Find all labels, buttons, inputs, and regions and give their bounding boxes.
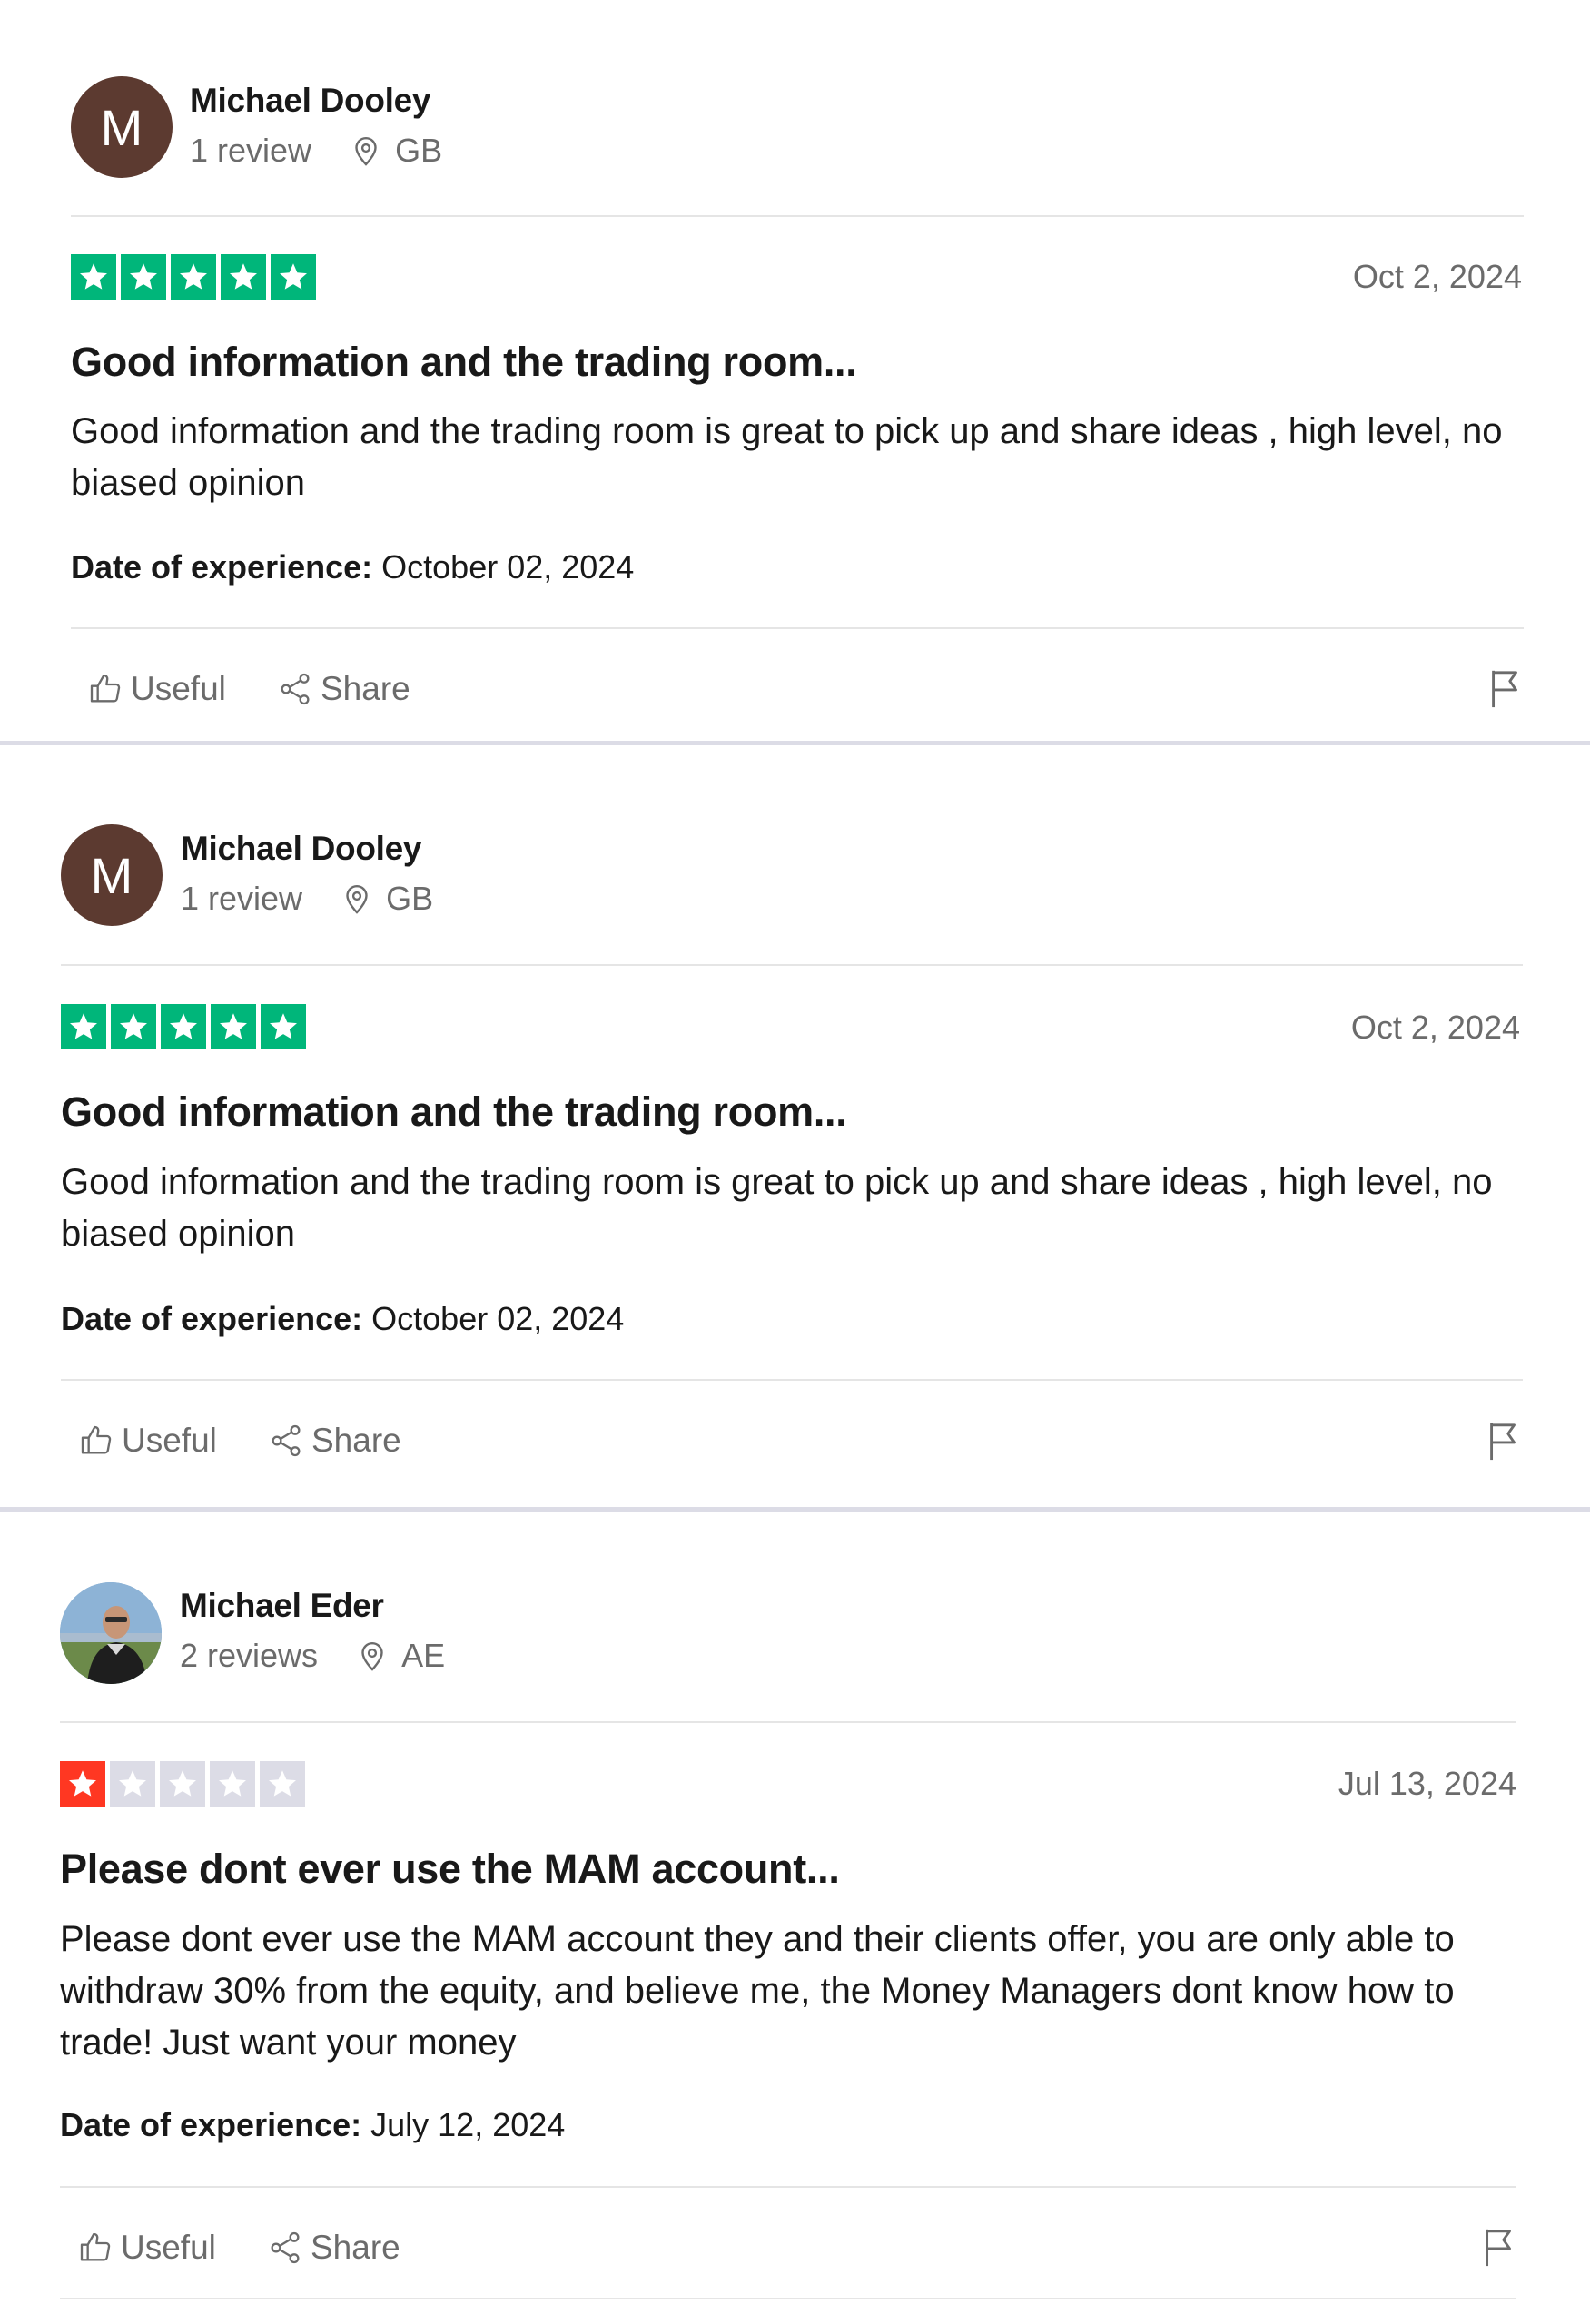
star-icon bbox=[61, 1004, 106, 1049]
avatar-initial: M bbox=[90, 846, 133, 904]
reviewer-name[interactable]: Michael Dooley bbox=[181, 830, 421, 868]
reviewer-meta: 1 review GB bbox=[181, 880, 433, 918]
share-button[interactable]: Share bbox=[277, 670, 410, 708]
divider bbox=[71, 215, 1524, 217]
thumbs-up-icon bbox=[87, 671, 123, 707]
review-title[interactable]: Good information and the trading room... bbox=[61, 1088, 847, 1136]
review-card: Michael Eder 2 reviews AE Jul 13, 2024 P… bbox=[0, 1512, 1590, 2324]
star-icon bbox=[171, 254, 216, 300]
date-of-experience: Date of experience: October 02, 2024 bbox=[61, 1300, 624, 1338]
review-count: 1 review bbox=[190, 132, 312, 169]
reviewer-country: AE bbox=[401, 1637, 446, 1674]
experience-date: October 02, 2024 bbox=[381, 548, 635, 586]
avatar[interactable]: M bbox=[71, 76, 173, 178]
star-icon bbox=[110, 1761, 155, 1807]
share-icon bbox=[268, 1423, 304, 1459]
review-date: Jul 13, 2024 bbox=[1338, 1765, 1516, 1802]
divider bbox=[60, 2298, 1516, 2299]
review-card: M Michael Dooley 1 review GB Oct 2, 2024… bbox=[0, 745, 1590, 1507]
review-card: M Michael Dooley 1 review GB Oct 2, 2024… bbox=[0, 0, 1590, 741]
flag-icon[interactable] bbox=[1486, 1420, 1522, 1462]
review-count: 1 review bbox=[181, 880, 303, 917]
thumbs-up-icon bbox=[78, 1423, 114, 1459]
review-body: Good information and the trading room is… bbox=[71, 411, 1503, 503]
useful-button[interactable]: Useful bbox=[77, 2229, 216, 2267]
star-icon bbox=[111, 1004, 156, 1049]
useful-label: Useful bbox=[131, 670, 226, 707]
star-rating bbox=[71, 254, 316, 300]
share-label: Share bbox=[311, 1422, 401, 1459]
avatar-photo[interactable] bbox=[60, 1582, 162, 1684]
experience-label: Date of experience: bbox=[61, 1300, 363, 1337]
date-of-experience: Date of experience: July 12, 2024 bbox=[60, 2106, 565, 2144]
share-label: Share bbox=[321, 670, 410, 707]
star-rating bbox=[61, 1004, 306, 1049]
star-icon bbox=[211, 1004, 256, 1049]
review-feed: M Michael Dooley 1 review GB Oct 2, 2024… bbox=[0, 0, 1590, 2324]
star-icon bbox=[121, 254, 166, 300]
divider bbox=[60, 1721, 1516, 1723]
date-of-experience: Date of experience: October 02, 2024 bbox=[71, 548, 634, 586]
share-icon bbox=[267, 2230, 303, 2266]
thumbs-up-icon bbox=[77, 2230, 114, 2266]
divider bbox=[71, 627, 1524, 629]
useful-button[interactable]: Useful bbox=[78, 1422, 217, 1460]
review-body: Please dont ever use the MAM account the… bbox=[60, 1919, 1455, 2063]
share-button[interactable]: Share bbox=[267, 2229, 400, 2267]
avatar[interactable]: M bbox=[61, 824, 163, 926]
useful-button[interactable]: Useful bbox=[87, 670, 226, 708]
star-icon bbox=[60, 1761, 105, 1807]
divider bbox=[60, 2186, 1516, 2188]
review-title[interactable]: Good information and the trading room... bbox=[71, 339, 857, 386]
star-icon bbox=[260, 1761, 305, 1807]
reviewer-meta: 1 review GB bbox=[190, 132, 442, 170]
reviewer-name[interactable]: Michael Eder bbox=[180, 1587, 384, 1625]
divider bbox=[61, 1379, 1523, 1381]
star-icon bbox=[271, 254, 316, 300]
share-label: Share bbox=[311, 2229, 400, 2266]
star-icon bbox=[261, 1004, 306, 1049]
review-title[interactable]: Please dont ever use the MAM account... bbox=[60, 1846, 840, 1893]
useful-label: Useful bbox=[121, 2229, 216, 2266]
star-icon bbox=[161, 1004, 206, 1049]
review-count: 2 reviews bbox=[180, 1637, 319, 1674]
star-icon bbox=[210, 1761, 255, 1807]
star-icon bbox=[71, 254, 116, 300]
star-icon bbox=[221, 254, 266, 300]
experience-date: October 02, 2024 bbox=[371, 1300, 625, 1337]
review-date: Oct 2, 2024 bbox=[1352, 258, 1522, 295]
location-pin-icon bbox=[341, 882, 373, 915]
share-button[interactable]: Share bbox=[268, 1422, 401, 1460]
experience-label: Date of experience: bbox=[71, 548, 373, 586]
reviewer-meta: 2 reviews AE bbox=[180, 1637, 445, 1675]
experience-date: July 12, 2024 bbox=[370, 2106, 566, 2143]
flag-icon[interactable] bbox=[1487, 667, 1524, 709]
star-rating bbox=[60, 1761, 305, 1807]
star-icon bbox=[160, 1761, 205, 1807]
avatar-initial: M bbox=[100, 98, 143, 156]
divider bbox=[61, 964, 1523, 966]
reviewer-country: GB bbox=[386, 880, 434, 917]
share-icon bbox=[277, 671, 313, 707]
review-body: Good information and the trading room is… bbox=[61, 1162, 1493, 1254]
useful-label: Useful bbox=[122, 1422, 217, 1459]
location-pin-icon bbox=[356, 1640, 389, 1672]
reviewer-name[interactable]: Michael Dooley bbox=[190, 82, 430, 120]
review-date: Oct 2, 2024 bbox=[1350, 1009, 1520, 1046]
profile-photo bbox=[60, 1582, 162, 1684]
reviewer-country: GB bbox=[395, 132, 443, 169]
flag-icon[interactable] bbox=[1481, 2226, 1517, 2268]
experience-label: Date of experience: bbox=[60, 2106, 362, 2143]
location-pin-icon bbox=[350, 134, 382, 167]
